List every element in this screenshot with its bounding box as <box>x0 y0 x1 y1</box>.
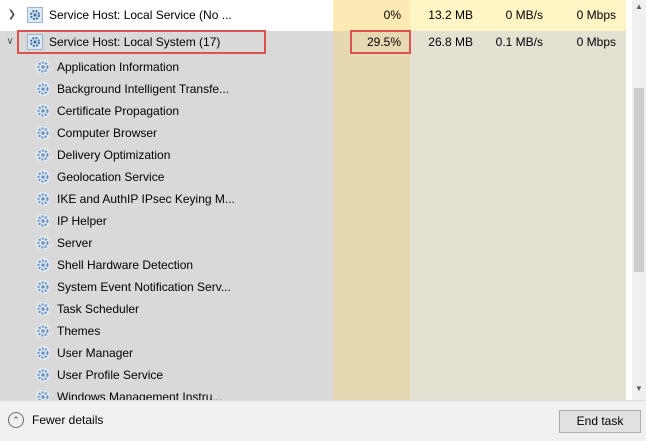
scroll-up-icon[interactable]: ▲ <box>632 0 646 14</box>
cpu-value: 29.5% <box>366 35 401 49</box>
service-name: User Profile Service <box>57 368 164 382</box>
gear-icon <box>36 302 50 316</box>
service-row[interactable]: Certificate Propagation <box>0 100 632 122</box>
service-row[interactable]: Themes <box>0 320 632 342</box>
gear-icon <box>36 390 50 400</box>
service-name: IKE and AuthIP IPsec Keying M... <box>57 192 235 206</box>
service-row[interactable]: Windows Management Instru... <box>0 386 632 400</box>
memory-value: 26.8 MB <box>428 35 473 49</box>
service-name: System Event Notification Serv... <box>57 280 231 294</box>
process-name: Service Host: Local System (17) <box>49 35 221 49</box>
service-row[interactable]: User Manager <box>0 342 632 364</box>
chevron-down-icon[interactable]: ∨ <box>4 31 16 53</box>
gear-icon <box>36 192 50 206</box>
service-row[interactable]: Task Scheduler <box>0 298 632 320</box>
gear-icon <box>36 104 50 118</box>
service-name: IP Helper <box>57 214 107 228</box>
service-name: Background Intelligent Transfe... <box>57 82 230 96</box>
table-row-selected[interactable]: ∨ Service Host: Local System (17) 29.5% … <box>0 31 632 53</box>
service-row[interactable]: System Event Notification Serv... <box>0 276 632 298</box>
service-row[interactable]: IKE and AuthIP IPsec Keying M... <box>0 188 632 210</box>
service-row[interactable]: Geolocation Service <box>0 166 632 188</box>
gear-icon <box>36 368 50 382</box>
service-row[interactable]: Delivery Optimization <box>0 144 632 166</box>
service-name: User Manager <box>57 346 134 360</box>
gear-icon <box>36 346 50 360</box>
service-row[interactable]: User Profile Service <box>0 364 632 386</box>
chevron-right-icon[interactable]: ❯ <box>6 4 18 26</box>
service-name: Geolocation Service <box>57 170 165 184</box>
gear-icon <box>36 324 50 338</box>
gear-icon <box>36 60 50 74</box>
service-row[interactable]: Server <box>0 232 632 254</box>
chevron-up-circle-icon[interactable]: ⌃ <box>8 412 24 428</box>
gear-icon <box>27 34 43 50</box>
gear-icon <box>36 126 50 140</box>
gear-icon <box>36 148 50 162</box>
gear-icon <box>36 170 50 184</box>
process-name: Service Host: Local Service (No ... <box>49 8 232 22</box>
service-name: Certificate Propagation <box>57 104 180 118</box>
gear-icon <box>36 236 50 250</box>
service-row[interactable]: Background Intelligent Transfe... <box>0 78 632 100</box>
network-value: 0 Mbps <box>576 8 616 22</box>
service-row[interactable]: Computer Browser <box>0 122 632 144</box>
gear-icon <box>36 258 50 272</box>
gear-icon <box>36 82 50 96</box>
service-name: Windows Management Instru... <box>57 390 223 400</box>
gear-icon <box>27 7 43 23</box>
end-task-button[interactable]: End task <box>559 410 641 433</box>
gear-icon <box>36 214 50 228</box>
process-table: ❯ Service Host: Local Service (No ... 0%… <box>0 0 632 400</box>
service-row[interactable]: Application Information <box>0 56 632 78</box>
service-row[interactable]: IP Helper <box>0 210 632 232</box>
disk-value: 0 MB/s <box>505 8 543 22</box>
footer-bar: ⌃ Fewer details End task <box>0 400 646 441</box>
gear-icon <box>36 280 50 294</box>
scroll-down-icon[interactable]: ▼ <box>632 382 646 396</box>
service-row[interactable]: Shell Hardware Detection <box>0 254 632 276</box>
memory-value: 13.2 MB <box>428 8 473 22</box>
service-name: Computer Browser <box>57 126 158 140</box>
service-name: Server <box>57 236 93 250</box>
disk-value: 0.1 MB/s <box>495 35 543 49</box>
service-name: Shell Hardware Detection <box>57 258 194 272</box>
table-row[interactable]: ❯ Service Host: Local Service (No ... 0%… <box>0 4 632 26</box>
scrollbar-thumb[interactable] <box>634 88 644 272</box>
service-name: Task Scheduler <box>57 302 140 316</box>
fewer-details-link[interactable]: Fewer details <box>32 413 103 427</box>
network-value: 0 Mbps <box>576 35 616 49</box>
service-name: Application Information <box>57 60 180 74</box>
cpu-value: 0% <box>383 8 401 22</box>
service-name: Delivery Optimization <box>57 148 171 162</box>
service-name: Themes <box>57 324 101 338</box>
